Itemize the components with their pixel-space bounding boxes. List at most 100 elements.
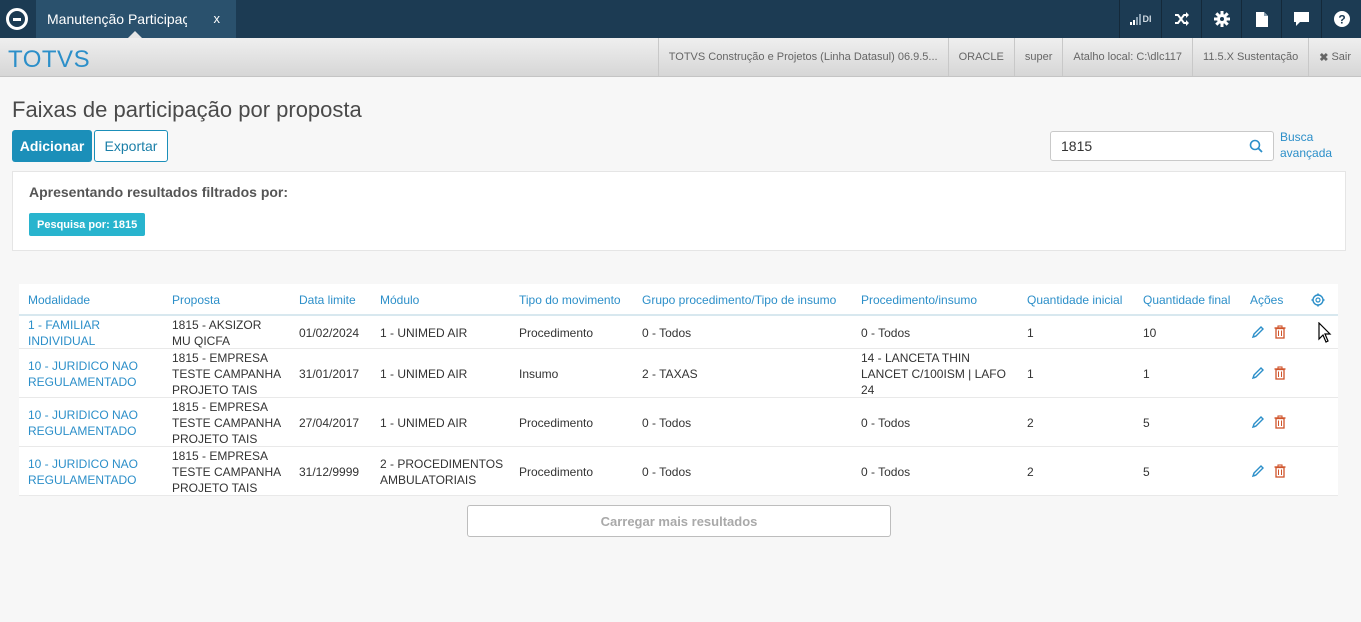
tab-close-icon[interactable]: x — [214, 11, 221, 26]
cell-qtd-final: 5 — [1143, 415, 1150, 431]
cell-proposta: 1815 - EMPRESA TESTE CAMPANHA PROJETO TAIS — [172, 448, 281, 496]
cell-proposta: 1815 - EMPRESA TESTE CAMPANHA PROJETO TAIS — [172, 350, 281, 398]
cell-tipo-movimento: Insumo — [519, 366, 558, 382]
brand-logo: TOTVS — [8, 46, 91, 73]
cell-qtd-inicial: 1 — [1027, 325, 1034, 341]
cell-data-limite: 01/02/2024 — [299, 325, 359, 341]
delete-trash-icon[interactable] — [1273, 325, 1287, 339]
cell-modalidade-line: 1 - FAMILIAR — [28, 318, 101, 332]
cell-proposta-line: PROJETO TAIS — [172, 481, 258, 495]
cell-qtd-inicial: 2 — [1027, 415, 1034, 431]
delete-trash-icon[interactable] — [1273, 415, 1287, 429]
cell-modalidade[interactable]: 1 - FAMILIAR INDIVIDUAL — [28, 317, 100, 349]
cell-data-limite: 27/04/2017 — [299, 415, 359, 431]
header-tipo-movimento[interactable]: Tipo do movimento — [519, 293, 621, 307]
search-icon[interactable] — [1249, 139, 1263, 153]
tab-manutencao-participacao[interactable]: Manutenção Participaç x — [36, 0, 236, 38]
file-icon[interactable] — [1241, 0, 1281, 38]
cell-data-limite: 31/12/9999 — [299, 464, 359, 480]
cell-procedimento: 0 - Todos — [861, 415, 910, 431]
context-bar: TOTVS TOTVS Construção e Projetos (Linha… — [0, 38, 1361, 77]
cell-data-limite: 31/01/2017 — [299, 366, 359, 382]
header-procedimento[interactable]: Procedimento/insumo — [861, 293, 977, 307]
cell-proposta: 1815 - AKSIZOR MU QICFA — [172, 317, 261, 349]
edit-pencil-icon[interactable] — [1251, 325, 1265, 339]
cell-proposta-line: 1815 - AKSIZOR — [172, 318, 262, 332]
cell-modulo-line: 1 - UNIMED AIR — [380, 416, 468, 430]
cell-tipo-movimento-line: Insumo — [519, 367, 559, 381]
filter-panel: Apresentando resultados filtrados por: P… — [12, 171, 1346, 251]
edit-pencil-icon[interactable] — [1251, 415, 1265, 429]
header-qtd-inicial[interactable]: Quantidade inicial — [1027, 293, 1122, 307]
shuffle-icon[interactable] — [1161, 0, 1201, 38]
cell-grupo: 0 - Todos — [642, 464, 691, 480]
cell-modalidade[interactable]: 10 - JURIDICO NAO REGULAMENTADO — [28, 407, 138, 439]
cell-modalidade[interactable]: 10 - JURIDICO NAO REGULAMENTADO — [28, 456, 138, 488]
cell-tipo-movimento-line: Procedimento — [519, 326, 594, 340]
load-more-button[interactable]: Carregar mais resultados — [467, 505, 891, 537]
cell-grupo: 2 - TAXAS — [642, 366, 698, 382]
context-user[interactable]: super — [1013, 38, 1063, 76]
cell-procedimento-line: 0 - Todos — [861, 416, 911, 430]
column-settings-gear-icon[interactable] — [1311, 293, 1325, 307]
header-modalidade[interactable]: Modalidade — [28, 293, 90, 307]
cell-procedimento-line: LANCET C/100ISM | LAFO — [861, 367, 1006, 381]
cell-qtd-inicial: 1 — [1027, 366, 1034, 382]
svg-text:?: ? — [1338, 13, 1345, 27]
cell-tipo-movimento: Procedimento — [519, 464, 593, 480]
cell-modulo-line: AMBULATORIAIS — [380, 473, 477, 487]
advanced-search-link[interactable]: Busca avançada — [1280, 129, 1350, 161]
cell-procedimento-line: 0 - Todos — [861, 326, 911, 340]
context-version[interactable]: 11.5.X Sustentação — [1192, 38, 1308, 76]
cell-tipo-movimento: Procedimento — [519, 415, 593, 431]
cell-qtd-final: 10 — [1143, 325, 1156, 341]
signal-bars — [1129, 13, 1141, 25]
cell-procedimento-line: 0 - Todos — [861, 465, 911, 479]
cell-modulo-line: 2 - PROCEDIMENTOS — [380, 457, 504, 471]
header-proposta[interactable]: Proposta — [172, 293, 220, 307]
delete-trash-icon[interactable] — [1273, 366, 1287, 380]
signal-label: DI — [1142, 14, 1152, 24]
cell-procedimento-line: 24 — [861, 383, 875, 397]
context-shortcut[interactable]: Atalho local: C:\dlc117 — [1062, 38, 1192, 76]
cell-grupo-line: 0 - Todos — [642, 326, 692, 340]
help-icon[interactable]: ? — [1321, 0, 1361, 38]
top-bar: Manutenção Participaç x DI ? — [0, 0, 1361, 38]
edit-pencil-icon[interactable] — [1251, 366, 1265, 380]
mouse-cursor-icon — [1318, 322, 1332, 343]
app-logo-button[interactable] — [0, 0, 34, 38]
search-input[interactable] — [1051, 132, 1241, 160]
gear-icon[interactable] — [1201, 0, 1241, 38]
signal-icon[interactable]: DI — [1119, 0, 1161, 38]
cell-modulo: 1 - UNIMED AIR — [380, 325, 467, 341]
cell-grupo: 0 - Todos — [642, 325, 691, 341]
cell-proposta-line: MU QICFA — [172, 334, 231, 348]
table-body: 1 - FAMILIAR INDIVIDUAL 1815 - AKSIZOR MU Q… — [19, 316, 1338, 496]
header-grupo[interactable]: Grupo procedimento/Tipo de insumo — [642, 293, 836, 307]
export-button[interactable]: Exportar — [94, 130, 168, 162]
logout-button[interactable]: ✖ Sair — [1308, 38, 1361, 76]
cell-modulo: 1 - UNIMED AIR — [380, 366, 467, 382]
cell-modalidade[interactable]: 10 - JURIDICO NAO REGULAMENTADO — [28, 358, 138, 390]
cell-data-limite-line: 31/12/9999 — [299, 465, 360, 479]
context-database[interactable]: ORACLE — [947, 38, 1014, 76]
delete-trash-icon[interactable] — [1273, 464, 1287, 478]
cell-modalidade-line: REGULAMENTADO — [28, 473, 137, 487]
cell-proposta-line: TESTE CAMPANHA — [172, 416, 282, 430]
context-product[interactable]: TOTVS Construção e Projetos (Linha Datas… — [657, 38, 948, 76]
cell-procedimento: 14 - LANCETA THIN LANCET C/100ISM | LAFO 2… — [861, 350, 1006, 398]
cell-qtd-inicial-line: 1 — [1027, 326, 1034, 340]
table-row: 10 - JURIDICO NAO REGULAMENTADO 1815 - EMP… — [19, 349, 1338, 398]
table-row: 1 - FAMILIAR INDIVIDUAL 1815 - AKSIZOR MU Q… — [19, 316, 1338, 349]
table-row: 10 - JURIDICO NAO REGULAMENTADO 1815 - EMP… — [19, 398, 1338, 447]
header-qtd-final[interactable]: Quantidade final — [1143, 293, 1230, 307]
filter-chip[interactable]: Pesquisa por: 1815 — [29, 213, 146, 236]
chat-icon[interactable] — [1281, 0, 1321, 38]
header-data-limite[interactable]: Data limite — [299, 293, 356, 307]
header-modulo[interactable]: Módulo — [380, 293, 419, 307]
cell-qtd-final-line: 5 — [1143, 465, 1150, 479]
top-toolbar: DI ? — [1119, 0, 1361, 38]
cell-procedimento-line: 14 - LANCETA THIN — [861, 351, 970, 365]
edit-pencil-icon[interactable] — [1251, 464, 1265, 478]
add-button[interactable]: Adicionar — [12, 130, 92, 162]
